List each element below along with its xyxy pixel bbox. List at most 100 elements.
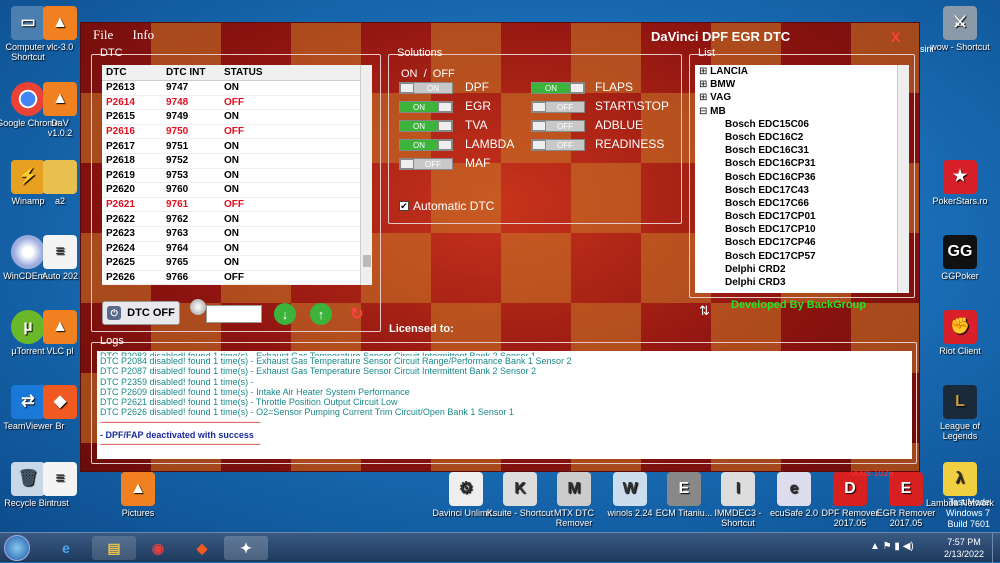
- cell-status: ON: [224, 82, 239, 94]
- expand-icon[interactable]: ⊞: [699, 66, 710, 77]
- tree-item[interactable]: Bosch EDC17C43: [695, 184, 909, 197]
- arrow-up-icon[interactable]: ↑: [310, 303, 332, 325]
- cell-int: 9766: [166, 272, 189, 284]
- tree-item[interactable]: Bosch EDC17CP01: [695, 210, 909, 223]
- egr-remover-icon[interactable]: E EGR Remover 2017.05: [870, 472, 942, 528]
- cell-int: 9760: [166, 184, 189, 196]
- tree-item[interactable]: ⊞ LANCIA: [695, 65, 909, 78]
- cell-dtc: P2622: [106, 213, 135, 225]
- tree-item[interactable]: Delphi CRD2: [695, 263, 909, 276]
- window-title: DaVinci DPF EGR DTC: [651, 29, 791, 44]
- tree-item[interactable]: Bosch EDC16CP31: [695, 157, 909, 170]
- wow-shortcut-icon[interactable]: ⚔ wow - Shortcut: [924, 6, 996, 52]
- table-row[interactable]: P2618 9752 ON: [102, 154, 372, 169]
- tree-item-label: Bosch EDC17C66: [725, 197, 809, 209]
- start-button[interactable]: [4, 535, 30, 561]
- tree-item-label: Bosch EDC17CP10: [725, 224, 816, 236]
- table-row[interactable]: P2614 9748 OFF: [102, 96, 372, 111]
- tree-item[interactable]: Delphi CRD3: [695, 276, 909, 289]
- log-separator: ----------------------------------------…: [100, 439, 261, 450]
- tray-icons[interactable]: ▲ ⚑ ▮ ◀): [870, 541, 914, 552]
- ecu-tree[interactable]: ⊞ LANCIA ⊞ BMW ⊞ VAG ⊟ MB Bosch EDC15C06 Bosc…: [695, 65, 909, 293]
- sort-icon[interactable]: ⇅: [699, 303, 710, 319]
- table-row[interactable]: P2621 9761 OFF: [102, 198, 372, 213]
- refresh-icon[interactable]: ↻: [346, 303, 368, 325]
- tree-item[interactable]: Bosch EDC17CP10: [695, 223, 909, 236]
- brave-icon[interactable]: ◆ Br: [38, 385, 82, 431]
- tree-item[interactable]: Bosch EDC17C66: [695, 197, 909, 210]
- pokerstars-icon[interactable]: ★ PokerStars.ro: [924, 160, 996, 206]
- automatic-dtc-checkbox[interactable]: ✔ Automatic DTC: [399, 199, 494, 213]
- dtc-scroll-thumb[interactable]: [363, 255, 371, 267]
- tree-item[interactable]: Bosch EDC15C06: [695, 118, 909, 131]
- riot-client-icon[interactable]: ✊ Riot Client: [924, 310, 996, 356]
- toggle-knob: [438, 140, 452, 150]
- internet-explorer-icon[interactable]: e: [44, 536, 88, 560]
- auto-file-icon[interactable]: ≡ Auto 202: [38, 235, 82, 281]
- menu-info[interactable]: Info: [132, 27, 154, 42]
- table-row[interactable]: P2619 9753 ON: [102, 169, 372, 184]
- table-row[interactable]: P2616 9750 OFF: [102, 125, 372, 140]
- table-row[interactable]: P2624 9764 ON: [102, 242, 372, 257]
- expand-icon[interactable]: ⊞: [699, 79, 710, 90]
- tree-item[interactable]: Bosch EDC16CP36: [695, 171, 909, 184]
- vlc-playlist-icon[interactable]: ▲ VLC pl: [38, 310, 82, 356]
- tree-item[interactable]: ⊞ VAG: [695, 91, 909, 104]
- league-of-legends-icon[interactable]: L League of Legends: [924, 385, 996, 441]
- tree-item[interactable]: Bosch EDC16C2: [695, 131, 909, 144]
- collapse-icon[interactable]: ⊟: [699, 106, 710, 117]
- toggle-dpf[interactable]: ON: [399, 82, 453, 94]
- toggle-readiness[interactable]: OFF: [531, 139, 585, 151]
- close-button[interactable]: X: [891, 29, 900, 45]
- ggpoker-icon[interactable]: GG GGPoker: [924, 235, 996, 281]
- toggle-startstop[interactable]: OFF: [531, 101, 585, 113]
- table-row[interactable]: P2615 9749 ON: [102, 110, 372, 125]
- table-row[interactable]: P2622 9762 ON: [102, 212, 372, 227]
- cell-status: ON: [224, 169, 239, 181]
- toggle-maf[interactable]: OFF: [399, 158, 453, 170]
- chrome-taskbar-icon[interactable]: ◉: [136, 536, 180, 560]
- show-desktop-button[interactable]: [992, 533, 1000, 563]
- logs-textarea[interactable]: DTC P2083 disabled! found 1 time(s) - Ex…: [97, 351, 912, 459]
- table-row[interactable]: P2620 9760 ON: [102, 183, 372, 198]
- cell-status: ON: [224, 155, 239, 167]
- arrow-down-icon[interactable]: ↓: [274, 303, 296, 325]
- dtc-table[interactable]: DTC DTC INT STATUS P2613 9747 ON P2614 9748 O…: [102, 65, 372, 285]
- clock[interactable]: 7:57 PM 2/13/2022: [944, 536, 984, 560]
- header-dtc[interactable]: DTC: [102, 67, 162, 78]
- tree-item[interactable]: ⊞ BMW: [695, 78, 909, 91]
- tree-item[interactable]: Bosch EDC17CP46: [695, 236, 909, 249]
- table-row[interactable]: P2613 9747 ON: [102, 81, 372, 96]
- table-row[interactable]: P2626 9766 OFF: [102, 271, 372, 285]
- trust-file-icon[interactable]: ≡ trust: [38, 462, 82, 508]
- dtc-off-button[interactable]: ⏻ DTC OFF: [102, 301, 180, 325]
- menu-file[interactable]: File: [93, 27, 113, 42]
- file-explorer-icon[interactable]: ▤: [92, 536, 136, 560]
- header-status[interactable]: STATUS: [220, 67, 292, 78]
- toggle-lambda[interactable]: ON: [399, 139, 453, 151]
- tree-item[interactable]: ⊟ MB: [695, 105, 909, 118]
- dtc-search-input[interactable]: [206, 305, 262, 323]
- folder-icon[interactable]: a2: [38, 160, 82, 206]
- pictures-icon[interactable]: ▲ Pictures: [102, 472, 174, 518]
- expand-icon[interactable]: ⊞: [699, 92, 710, 103]
- table-row[interactable]: P2625 9765 ON: [102, 256, 372, 271]
- dtc-scrollbar[interactable]: [360, 65, 372, 285]
- licensed-to-label: Licensed to:: [389, 323, 454, 335]
- tree-scrollbar[interactable]: [897, 65, 909, 293]
- davinci-icon[interactable]: ▲ DaV v1.0.2: [38, 82, 82, 138]
- header-dtc-int[interactable]: DTC INT: [162, 67, 220, 78]
- tree-item[interactable]: Bosch EDC17CP57: [695, 250, 909, 263]
- toggle-egr[interactable]: ON: [399, 101, 453, 113]
- solution-label: MAF: [465, 156, 491, 170]
- table-row[interactable]: P2623 9763 ON: [102, 227, 372, 242]
- davinci-taskbar-icon[interactable]: ✦: [224, 536, 268, 560]
- vlc-shortcut-icon[interactable]: ▲ vlc-3.0: [38, 6, 82, 52]
- toggle-flaps[interactable]: ON: [531, 82, 585, 94]
- search-icon[interactable]: [190, 299, 206, 315]
- toggle-tva[interactable]: ON: [399, 120, 453, 132]
- tree-item[interactable]: Bosch EDC16C31: [695, 144, 909, 157]
- table-row[interactable]: P2617 9751 ON: [102, 139, 372, 154]
- toggle-adblue[interactable]: OFF: [531, 120, 585, 132]
- brave-taskbar-icon[interactable]: ◆: [180, 536, 224, 560]
